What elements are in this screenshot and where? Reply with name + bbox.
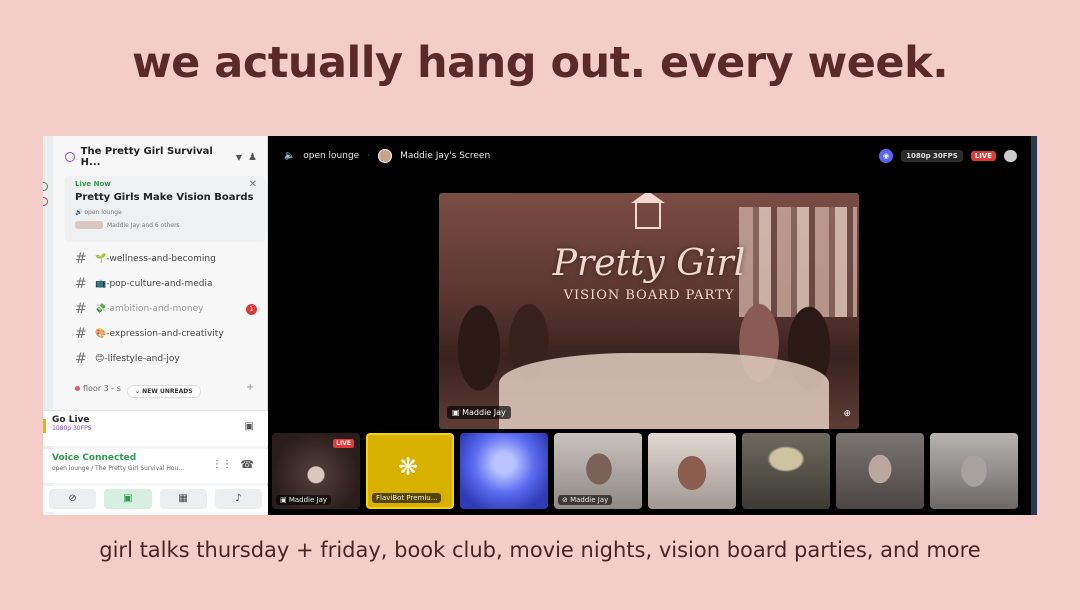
go-live-title: Go Live (52, 415, 90, 425)
server-indicator-icon[interactable] (43, 182, 48, 191)
participant-tile[interactable] (836, 433, 924, 509)
speaker-icon: 🔈 (284, 151, 296, 161)
separator: · (367, 151, 371, 161)
channel-label: 😊-lifestyle-and-joy (95, 354, 180, 364)
participant-tiles: LIVE ▣ Maddie Jay ❋ FlaviBot Premiu... ⊘… (272, 433, 1018, 509)
camera-off-button[interactable]: ⊘ (49, 489, 97, 509)
stage-channel: open lounge (303, 151, 360, 161)
hash-icon: # (75, 351, 87, 367)
participant-tile[interactable]: ❋ FlaviBot Premiu... (366, 433, 454, 509)
live-channel: 🔊 open lounge (75, 209, 122, 216)
sidebar: The Pretty Girl Survival H... ▼ ♟ Live N… (43, 136, 268, 515)
soundboard-button[interactable]: ♪ (214, 489, 262, 509)
channel-label: 💸-ambition-and-money (95, 304, 204, 314)
screen-share-button[interactable]: ▣ (104, 489, 152, 509)
server-name: The Pretty Girl Survival H... (80, 146, 213, 168)
channel-item[interactable]: # 📺-pop-culture-and-media (75, 274, 263, 294)
video-label: ▣ Maddie Jay (447, 406, 511, 419)
server-icon (65, 152, 75, 162)
channel-item[interactable]: # 💸-ambition-and-money 1 (75, 299, 263, 319)
stage-topbar-right: ◉ 1080p 30FPS LIVE (879, 149, 1017, 163)
tile-label: ▣ Maddie Jay (276, 495, 332, 505)
activities-button[interactable]: ▦ (159, 489, 207, 509)
discord-screenshot: The Pretty Girl Survival H... ▼ ♟ Live N… (43, 136, 1037, 515)
members-icon[interactable]: ♟ (248, 152, 257, 163)
live-now-card[interactable]: Live Now Pretty Girls Make Vision Boards… (65, 176, 265, 242)
live-now-label: Live Now (75, 180, 111, 188)
chevron-down-icon[interactable]: ▼ (236, 153, 242, 162)
channel-item[interactable]: # 🌱-wellness-and-becoming (75, 249, 263, 269)
channel-label: 📺-pop-culture-and-media (95, 279, 213, 289)
house-logo-icon (631, 193, 665, 229)
bot-logo-icon: ❋ (398, 453, 419, 481)
participant-tile[interactable] (742, 433, 830, 509)
main-video[interactable]: Pretty Girl VISION BOARD PARTY ▣ Maddie … (439, 193, 859, 429)
tile-label: ⊘ Maddie Jay (558, 495, 613, 505)
stream-stage: 🔈 open lounge · Maddie Jay's Screen ◉ 10… (268, 136, 1037, 515)
live-attendees: Maddie Jay and 6 others (75, 221, 255, 229)
voice-controls: ⊘ ▣ ▦ ♪ (43, 486, 268, 512)
live-event-title: Pretty Girls Make Vision Boards (75, 192, 254, 203)
channel-item[interactable]: # 🎨-expression-and-creativity (75, 324, 263, 344)
tile-label: FlaviBot Premiu... (372, 493, 442, 503)
headline: we actually hang out. every week. (131, 38, 949, 88)
participant-tile[interactable]: LIVE ▣ Maddie Jay (272, 433, 360, 509)
disconnect-icon[interactable]: ☎ (240, 458, 254, 471)
quality-badge[interactable]: 1080p 30FPS (901, 150, 963, 162)
hash-icon: # (75, 301, 87, 317)
go-live-accent (43, 419, 46, 433)
avatar (378, 149, 393, 163)
hash-icon: # (75, 276, 87, 292)
vision-board-party-text: VISION BOARD PARTY (563, 288, 735, 303)
party-table (499, 353, 829, 429)
channel-label: 🌱-wellness-and-becoming (95, 254, 216, 264)
screen-owner: Maddie Jay's Screen (400, 151, 491, 161)
category-floor-3[interactable]: floor 3 - s (75, 384, 121, 393)
unread-badge: 1 (246, 303, 257, 315)
close-icon[interactable]: ✕ (249, 179, 257, 190)
participant-tile[interactable] (648, 433, 736, 509)
new-unreads-pill[interactable]: ⌄ NEW UNREADS (127, 385, 201, 398)
participant-tile[interactable] (460, 433, 548, 509)
zoom-icon[interactable]: ⊕ (843, 409, 851, 419)
participant-tile[interactable]: ⊘ Maddie Jay (554, 433, 642, 509)
audio-levels-icon[interactable]: ⋮⋮ (212, 459, 232, 470)
channel-label: 🎨-expression-and-creativity (95, 329, 224, 339)
plus-icon[interactable]: + (246, 382, 254, 393)
server-header[interactable]: The Pretty Girl Survival H... ▼ ♟ (65, 146, 265, 168)
chat-icon[interactable] (1004, 150, 1017, 162)
go-live-panel[interactable]: Go Live 1080p 30FPS ▣ (43, 410, 268, 446)
live-badge: LIVE (970, 151, 996, 161)
server-indicator-icon[interactable] (43, 197, 48, 206)
live-badge: LIVE (333, 439, 354, 448)
channel-item[interactable]: # 😊-lifestyle-and-joy (75, 349, 263, 369)
hash-icon: # (75, 251, 87, 267)
window-edge (1031, 136, 1037, 515)
avatar-stack (75, 221, 103, 229)
go-live-quality: 1080p 30FPS (52, 425, 92, 432)
category-dot-icon (75, 386, 80, 391)
pretty-girl-script: Pretty Girl (552, 243, 746, 284)
hash-icon: # (75, 326, 87, 342)
participant-tile[interactable] (930, 433, 1018, 509)
caption: girl talks thursday + friday, book club,… (99, 538, 981, 562)
discord-icon[interactable]: ◉ (879, 149, 894, 163)
screen-share-icon[interactable]: ▣ (245, 421, 254, 432)
voice-connected-panel: Voice Connected open lounge / The Pretty… (43, 449, 268, 483)
